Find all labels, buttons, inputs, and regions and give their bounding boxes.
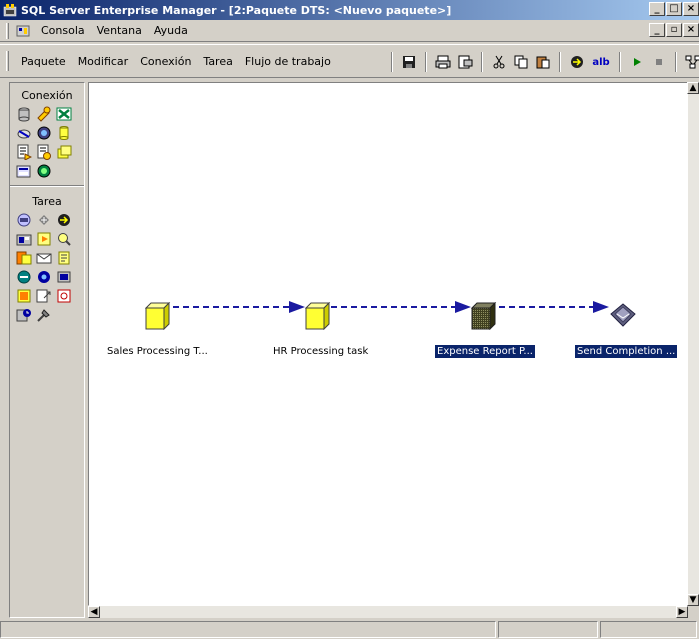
toolbar-separator (391, 52, 393, 72)
hr-processing-task-label[interactable]: HR Processing task (271, 345, 370, 358)
toolbar-separator (559, 52, 561, 72)
child-restore-button[interactable]: ▫ (666, 23, 682, 37)
expense-report-task-icon[interactable] (470, 301, 497, 331)
menu-ayuda[interactable]: Ayuda (148, 22, 194, 39)
status-bar (0, 620, 699, 639)
scroll-right-arrow-icon[interactable]: ▶ (676, 606, 688, 618)
menu-flujo-de-trabajo[interactable]: Flujo de trabajo (239, 53, 337, 70)
access-connection-icon[interactable] (36, 106, 52, 122)
window-title: SQL Server Enterprise Manager - [2:Paque… (21, 3, 452, 17)
dynamic-properties-task-icon[interactable] (16, 288, 32, 304)
transform-data-task-icon[interactable] (56, 212, 72, 228)
app-icon (3, 3, 17, 17)
ftp-task-icon[interactable] (36, 288, 52, 304)
menu-bar: Consola Ventana Ayuda _ ▫ × (0, 20, 699, 42)
sales-processing-task-label[interactable]: Sales Processing T... (105, 345, 210, 358)
menu-paquete[interactable]: Paquete (15, 53, 72, 70)
run-icon[interactable] (628, 53, 646, 71)
other-connection-icon[interactable] (36, 163, 52, 179)
connection-section-title: Conexión (21, 89, 73, 102)
title-bar: SQL Server Enterprise Manager - [2:Paque… (0, 0, 699, 20)
connection-icons (10, 106, 84, 179)
oracle-connection-icon[interactable] (56, 125, 72, 141)
scroll-up-arrow-icon[interactable]: ▲ (687, 82, 699, 94)
text-annotation-icon[interactable]: alb (590, 53, 612, 71)
data-link-icon[interactable] (56, 144, 72, 160)
bulk-insert-task-icon[interactable] (56, 250, 72, 266)
vertical-scrollbar[interactable]: ▲ ▼ (687, 82, 699, 606)
scroll-left-arrow-icon[interactable]: ◀ (88, 606, 100, 618)
status-pane-main (0, 621, 496, 638)
expense-report-task-label[interactable]: Expense Report P... (435, 345, 535, 358)
send-mail-task-icon[interactable] (36, 250, 52, 266)
text-file-source-icon[interactable] (16, 144, 33, 161)
status-pane-3 (600, 621, 697, 638)
task-icons (10, 212, 84, 323)
task-section-title: Tarea (32, 195, 62, 208)
copy-objects-task-icon[interactable] (16, 250, 32, 266)
sales-processing-task-icon[interactable] (144, 301, 171, 331)
annotation-label: alb (592, 56, 610, 68)
transfer-logins-task-icon[interactable] (56, 288, 72, 304)
transfer-databases-task-icon[interactable] (16, 269, 32, 285)
paradox-connection-icon[interactable] (36, 125, 52, 141)
dbase-connection-icon[interactable] (16, 125, 32, 141)
panel-divider (10, 185, 84, 187)
custom-task-icon[interactable] (36, 307, 52, 323)
menu-tarea[interactable]: Tarea (197, 53, 238, 70)
menu-modificar[interactable]: Modificar (72, 53, 135, 70)
cut-icon[interactable] (490, 53, 508, 71)
menu-conexion[interactable]: Conexión (134, 53, 197, 70)
transform-icon[interactable] (568, 53, 586, 71)
hr-processing-task-icon[interactable] (304, 301, 331, 331)
paste-icon[interactable] (534, 53, 552, 71)
menubar-grip[interactable] (6, 22, 9, 39)
copy-icon[interactable] (512, 53, 530, 71)
menu-ventana[interactable]: Ventana (91, 22, 148, 39)
page-setup-icon[interactable] (456, 53, 474, 71)
scroll-down-arrow-icon[interactable]: ▼ (687, 594, 699, 606)
minimize-button[interactable]: _ (649, 2, 665, 16)
console-icon (15, 23, 31, 39)
toolbar-separator (619, 52, 621, 72)
html-file-icon[interactable] (16, 163, 32, 179)
sql-server-connection-icon[interactable] (16, 106, 32, 122)
text-file-destination-icon[interactable] (36, 144, 52, 160)
message-queue-task-icon[interactable] (56, 269, 72, 285)
toolbar-separator (675, 52, 677, 72)
package-design-canvas[interactable]: Sales Processing T... HR Processing task… (88, 82, 688, 606)
data-driven-query-task-icon[interactable] (56, 231, 72, 247)
save-icon[interactable] (400, 53, 418, 71)
close-button[interactable]: × (683, 2, 699, 16)
toolbar-grip[interactable] (6, 51, 9, 71)
file-transfer-task-icon[interactable] (16, 212, 32, 228)
maximize-button[interactable]: □ (666, 2, 682, 16)
layout-icon[interactable] (684, 53, 699, 71)
package-toolbar: Paquete Modificar Conexión Tarea Flujo d… (0, 44, 699, 78)
send-completion-mail-icon[interactable] (609, 302, 637, 328)
transfer-jobs-task-icon[interactable] (16, 307, 32, 323)
print-icon[interactable] (434, 53, 452, 71)
analysis-services-task-icon[interactable] (36, 269, 52, 285)
toolbar-separator (425, 52, 427, 72)
execute-process-task-icon[interactable] (16, 231, 32, 247)
tools-panel: Conexión Tarea (9, 82, 85, 618)
send-completion-task-label[interactable]: Send Completion ... (575, 345, 678, 358)
activex-script-task-icon[interactable] (36, 212, 52, 228)
child-minimize-button[interactable]: _ (649, 23, 665, 37)
excel-connection-icon[interactable] (56, 106, 72, 122)
child-close-button[interactable]: × (683, 23, 699, 37)
menu-consola[interactable]: Consola (35, 22, 91, 39)
stop-icon[interactable] (650, 53, 668, 71)
toolbar-separator (481, 52, 483, 72)
status-pane-2 (498, 621, 598, 638)
horizontal-scrollbar[interactable]: ◀ ▶ (88, 606, 688, 618)
execute-sql-task-icon[interactable] (36, 231, 52, 247)
